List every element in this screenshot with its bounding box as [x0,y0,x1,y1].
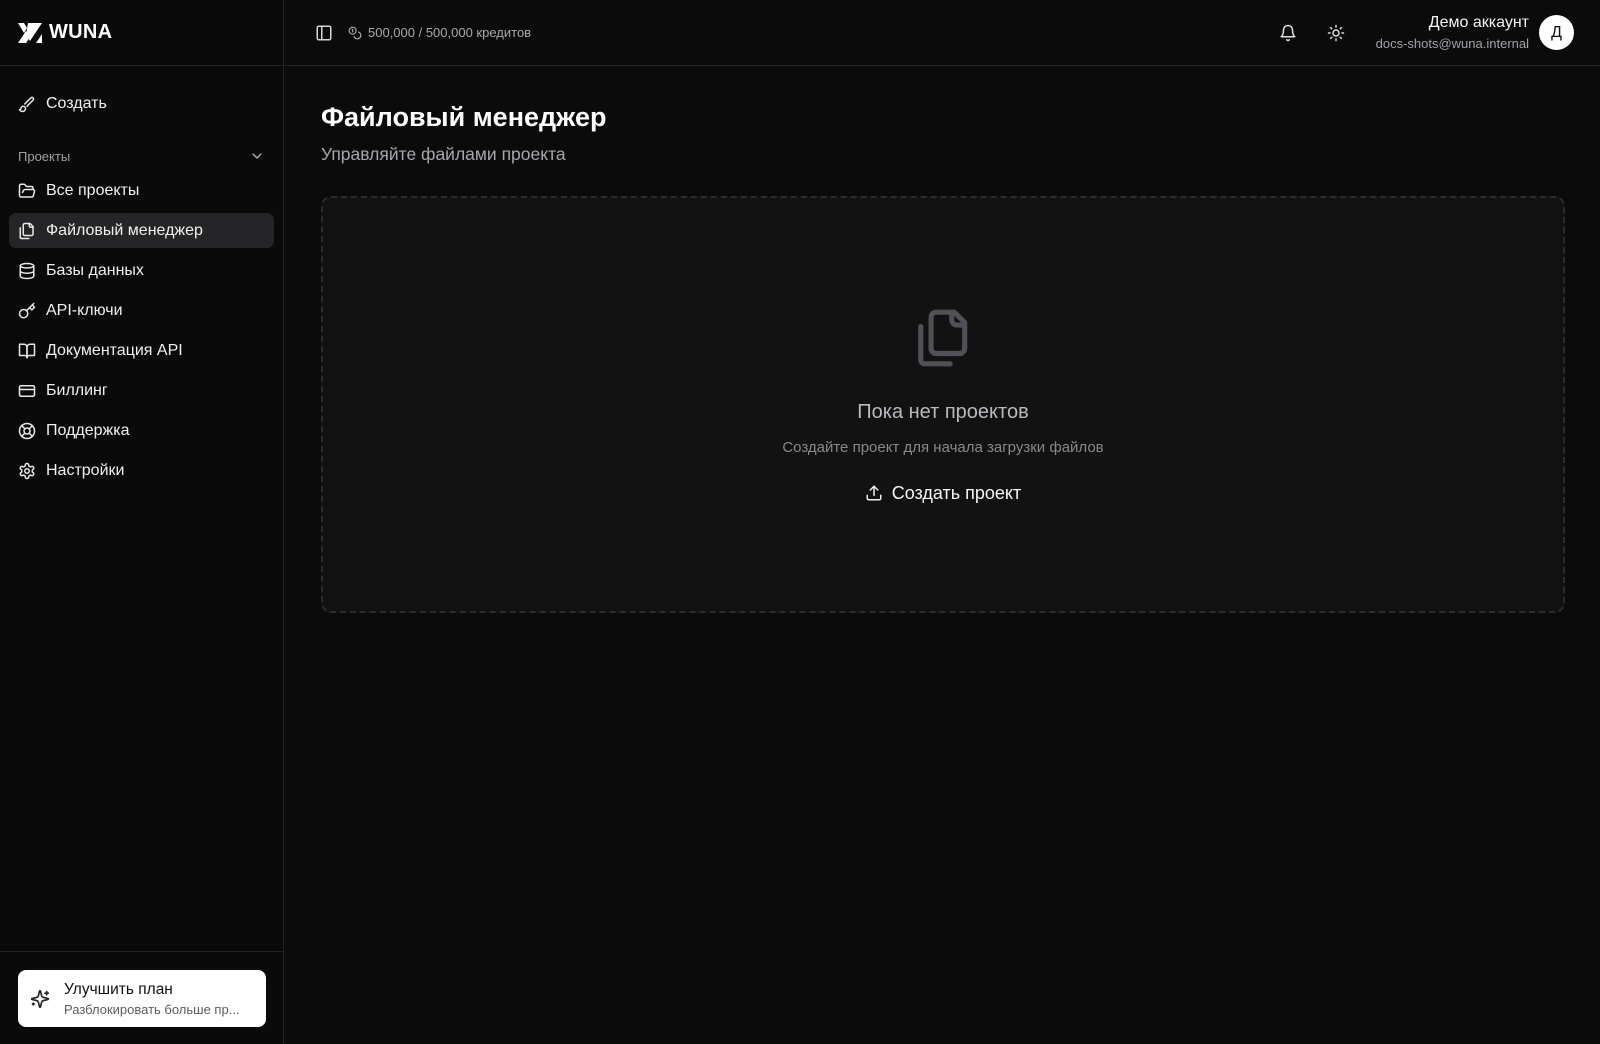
panel-left-icon [316,25,332,40]
upload-icon [866,485,882,501]
book-open-icon [18,343,36,358]
bell-icon [1280,24,1296,41]
sidebar-item-api-docs[interactable]: Документация API [9,333,274,368]
key-icon [18,302,36,318]
topbar: 500,000 / 500,000 кредитов Демо аккаунт … [284,0,1600,66]
sidebar: WUNA Создать Проекты Все проекты Файловы… [0,0,284,1044]
sidebar-item-label: Создать [46,94,107,112]
brand-logo[interactable]: WUNA [18,21,112,44]
settings-icon [19,462,35,479]
empty-state-title: Пока нет проектов [857,401,1029,423]
credit-card-icon [18,384,36,397]
main-content: Файловый менеджер Управляйте файлами про… [284,66,1600,1044]
sidebar-item-create[interactable]: Создать [9,86,274,121]
create-project-button[interactable]: Создать проект [843,478,1043,508]
sidebar-footer: Улучшить план Разблокировать больше пр..… [0,951,283,1044]
sidebar-item-billing[interactable]: Биллинг [9,373,274,408]
empty-state-subtitle: Создайте проект для начала загрузки файл… [782,439,1104,456]
sparkles-icon [30,989,50,1008]
life-buoy-icon [18,422,36,439]
theme-toggle-button[interactable] [1322,19,1350,47]
credits-indicator: 500,000 / 500,000 кредитов [348,25,531,40]
coins-icon [348,26,362,39]
sidebar-item-label: API-ключи [46,301,123,319]
projects-nav: Все проекты Файловый менеджер Базы данны… [0,173,283,488]
app-root: WUNA Создать Проекты Все проекты Файловы… [0,0,1600,1044]
database-icon [19,262,35,279]
files-icon [19,222,34,239]
brush-icon [18,96,35,112]
sidebar-item-api-keys[interactable]: API-ключи [9,293,274,328]
wuna-logo-icon [18,22,42,43]
sidebar-item-support[interactable]: Поддержка [9,413,274,448]
files-icon [918,309,968,367]
credits-text: 500,000 / 500,000 кредитов [368,25,532,40]
sidebar-item-label: Настройки [46,461,125,479]
sidebar-item-label: Поддержка [46,421,130,439]
create-project-label: Создать проект [891,482,1022,503]
sun-icon [1327,24,1344,41]
page-title: Файловый менеджер [321,102,607,132]
sidebar-toggle-button[interactable] [312,21,336,45]
projects-section-header[interactable]: Проекты [0,141,283,171]
folder-open-icon [18,183,36,198]
brand-name: WUNA [49,21,113,43]
upgrade-title: Улучшить план [64,980,173,998]
sidebar-item-label: Документация API [46,341,183,359]
account-email: docs-shots@wuna.internal [1375,36,1529,51]
sidebar-item-label: Файловый менеджер [46,221,203,239]
sidebar-item-settings[interactable]: Настройки [9,453,274,488]
sidebar-item-label: Базы данных [46,261,144,279]
upgrade-plan-button[interactable]: Улучшить план Разблокировать больше пр..… [18,970,266,1027]
topbar-right: Демо аккаунт docs-shots@wuna.internal Д [1274,14,1600,51]
brand: WUNA [0,0,283,66]
sidebar-item-all-projects[interactable]: Все проекты [9,173,274,208]
notifications-button[interactable] [1274,19,1302,47]
sidebar-item-label: Биллинг [46,381,108,399]
empty-state-dropzone: Пока нет проектов Создайте проект для на… [321,196,1565,613]
chevron-down-icon [252,153,262,159]
section-title: Проекты [18,148,71,164]
avatar[interactable]: Д [1539,15,1574,50]
upgrade-text: Улучшить план Разблокировать больше пр..… [64,981,240,1017]
sidebar-item-file-manager[interactable]: Файловый менеджер [9,213,274,248]
page-subtitle: Управляйте файлами проекта [321,144,566,164]
account-name: Демо аккаунт [1428,14,1529,31]
sidebar-nav: Создать [0,86,283,121]
sidebar-item-label: Все проекты [46,181,140,199]
upgrade-subtitle: Разблокировать больше пр... [64,1001,240,1017]
account-info[interactable]: Демо аккаунт docs-shots@wuna.internal [1376,14,1529,51]
sidebar-item-databases[interactable]: Базы данных [9,253,274,288]
